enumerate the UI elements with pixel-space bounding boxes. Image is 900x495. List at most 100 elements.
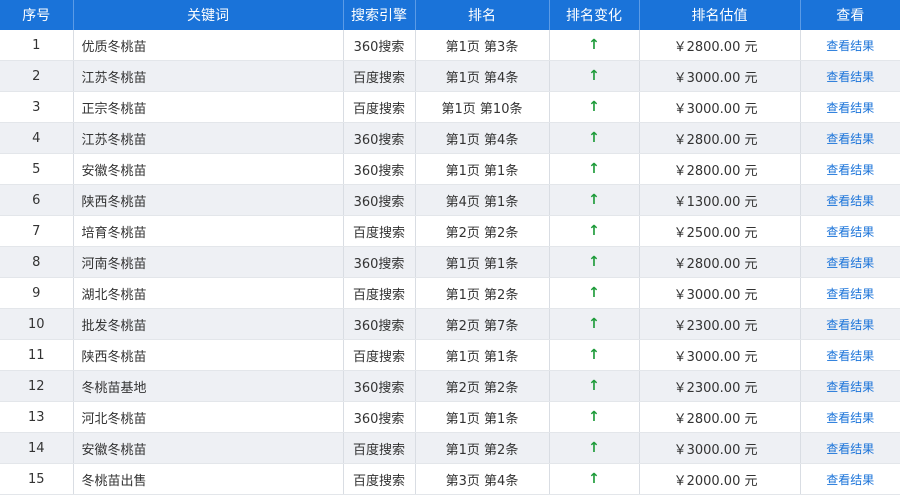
row-rank: 第2页 第7条 — [415, 308, 550, 340]
arrow-up-icon: ↑ — [588, 161, 600, 177]
keyword-ranking-table: 序号 关键词 搜索引擎 排名 排名变化 排名估值 查看 1 优质冬桃苗 360搜索第… — [0, 0, 900, 495]
row-rank: 第2页 第2条 — [415, 215, 550, 247]
row-view: 查看结果 — [800, 91, 900, 123]
row-engine: 百度搜索 — [343, 277, 416, 309]
arrow-up-icon: ↑ — [588, 99, 600, 115]
view-result-link[interactable]: 查看结果 — [826, 101, 874, 115]
row-estimate: ￥3000.00 元 — [639, 60, 801, 92]
table-row: 4 江苏冬桃苗 360搜索 第1页 第4条 ↑ ￥2800.00 元 查看结果 — [0, 122, 900, 154]
row-estimate: ￥3000.00 元 — [639, 432, 801, 464]
row-estimate: ￥3000.00 元 — [639, 277, 801, 309]
row-engine: 360搜索 — [343, 184, 416, 216]
header-keyword: 关键词 — [73, 0, 344, 30]
view-result-link[interactable]: 查看结果 — [826, 442, 874, 456]
table-row: 3 正宗冬桃苗 百度搜索 第1页 第10条 ↑ ￥3000.00 元 查看结果 — [0, 91, 900, 123]
row-keyword: 批发冬桃苗 — [73, 308, 344, 340]
row-change: ↑ — [549, 215, 640, 247]
row-index: 4 — [0, 122, 74, 154]
row-index: 2 — [0, 60, 74, 92]
row-change: ↑ — [549, 370, 640, 402]
row-estimate: ￥2300.00 元 — [639, 370, 801, 402]
row-engine: 百度搜索 — [343, 91, 416, 123]
row-rank: 第1页 第2条 — [415, 432, 550, 464]
row-engine: 百度搜索 — [343, 215, 416, 247]
row-engine: 百度搜索 — [343, 432, 416, 464]
row-index: 12 — [0, 370, 74, 402]
row-engine: 百度搜索 — [343, 60, 416, 92]
view-result-link[interactable]: 查看结果 — [826, 70, 874, 84]
arrow-up-icon: ↑ — [588, 192, 600, 208]
view-result-link[interactable]: 查看结果 — [826, 39, 874, 53]
table-row: 8 河南冬桃苗 360搜索 第1页 第1条 ↑ ￥2800.00 元 查看结果 — [0, 246, 900, 278]
row-keyword: 河北冬桃苗 — [73, 401, 344, 433]
view-result-link[interactable]: 查看结果 — [826, 349, 874, 363]
arrow-up-icon: ↑ — [588, 440, 600, 456]
view-result-link[interactable]: 查看结果 — [826, 163, 874, 177]
row-keyword: 江苏冬桃苗 — [73, 60, 344, 92]
row-keyword: 冬桃苗基地 — [73, 370, 344, 402]
row-index: 3 — [0, 91, 74, 123]
row-engine: 360搜索 — [343, 308, 416, 340]
view-result-link[interactable]: 查看结果 — [826, 194, 874, 208]
view-result-link[interactable]: 查看结果 — [826, 225, 874, 239]
row-rank: 第1页 第1条 — [415, 339, 550, 371]
view-result-link[interactable]: 查看结果 — [826, 256, 874, 270]
view-result-link[interactable]: 查看结果 — [826, 287, 874, 301]
row-rank: 第3页 第4条 — [415, 463, 550, 495]
row-index: 11 — [0, 339, 74, 371]
row-estimate: ￥2800.00 元 — [639, 246, 801, 278]
row-change: ↑ — [549, 308, 640, 340]
row-engine: 百度搜索 — [343, 463, 416, 495]
header-change: 排名变化 — [549, 0, 640, 30]
row-index: 15 — [0, 463, 74, 495]
row-rank: 第1页 第10条 — [415, 91, 550, 123]
table-row: 10 批发冬桃苗 360搜索 第2页 第7条 ↑ ￥2300.00 元 查看结果 — [0, 308, 900, 340]
arrow-up-icon: ↑ — [588, 409, 600, 425]
header-engine: 搜索引擎 — [343, 0, 416, 30]
table-row: 11 陕西冬桃苗 百度搜索 第1页 第1条 ↑ ￥3000.00 元 查看结果 — [0, 339, 900, 371]
row-engine: 360搜索 — [343, 401, 416, 433]
row-view: 查看结果 — [800, 432, 900, 464]
header-rank: 排名 — [415, 0, 550, 30]
row-estimate: ￥1300.00 元 — [639, 184, 801, 216]
row-change: ↑ — [549, 91, 640, 123]
row-estimate: ￥2800.00 元 — [639, 122, 801, 154]
row-keyword: 冬桃苗出售 — [73, 463, 344, 495]
row-estimate: ￥2300.00 元 — [639, 308, 801, 340]
row-engine: 360搜索 — [343, 153, 416, 185]
arrow-up-icon: ↑ — [588, 285, 600, 301]
row-engine: 360搜索 — [343, 370, 416, 402]
table-row: 12 冬桃苗基地 360搜索 第2页 第2条 ↑ ￥2300.00 元 查看结果 — [0, 370, 900, 402]
view-result-link[interactable]: 查看结果 — [826, 380, 874, 394]
row-keyword: 陕西冬桃苗 — [73, 184, 344, 216]
view-result-link[interactable]: 查看结果 — [826, 318, 874, 332]
row-engine: 360搜索 — [343, 122, 416, 154]
row-index: 10 — [0, 308, 74, 340]
row-view: 查看结果 — [800, 463, 900, 495]
row-rank: 第1页 第1条 — [415, 401, 550, 433]
row-rank: 第1页 第3条 — [415, 30, 550, 61]
table-row: 14 安徽冬桃苗 百度搜索 第1页 第2条 ↑ ￥3000.00 元 查看结果 — [0, 432, 900, 464]
row-index: 5 — [0, 153, 74, 185]
row-rank: 第4页 第1条 — [415, 184, 550, 216]
row-change: ↑ — [549, 153, 640, 185]
view-result-link[interactable]: 查看结果 — [826, 473, 874, 487]
view-result-link[interactable]: 查看结果 — [826, 132, 874, 146]
table-row: 9 湖北冬桃苗 百度搜索 第1页 第2条 ↑ ￥3000.00 元 查看结果 — [0, 277, 900, 309]
table-row: 5 安徽冬桃苗 360搜索 第1页 第1条 ↑ ￥2800.00 元 查看结果 — [0, 153, 900, 185]
row-engine: 百度搜索 — [343, 339, 416, 371]
row-keyword: 安徽冬桃苗 — [73, 432, 344, 464]
arrow-up-icon: ↑ — [588, 471, 600, 487]
row-view: 查看结果 — [800, 60, 900, 92]
table-header-row: 序号 关键词 搜索引擎 排名 排名变化 排名估值 查看 — [0, 0, 900, 30]
view-result-link[interactable]: 查看结果 — [826, 411, 874, 425]
row-view: 查看结果 — [800, 122, 900, 154]
row-estimate: ￥2800.00 元 — [639, 153, 801, 185]
row-estimate: ￥2800.00 元 — [639, 30, 801, 61]
row-rank: 第1页 第2条 — [415, 277, 550, 309]
row-change: ↑ — [549, 339, 640, 371]
row-estimate: ￥2800.00 元 — [639, 401, 801, 433]
row-change: ↑ — [549, 122, 640, 154]
row-estimate: ￥2500.00 元 — [639, 215, 801, 247]
header-estimate: 排名估值 — [639, 0, 801, 30]
